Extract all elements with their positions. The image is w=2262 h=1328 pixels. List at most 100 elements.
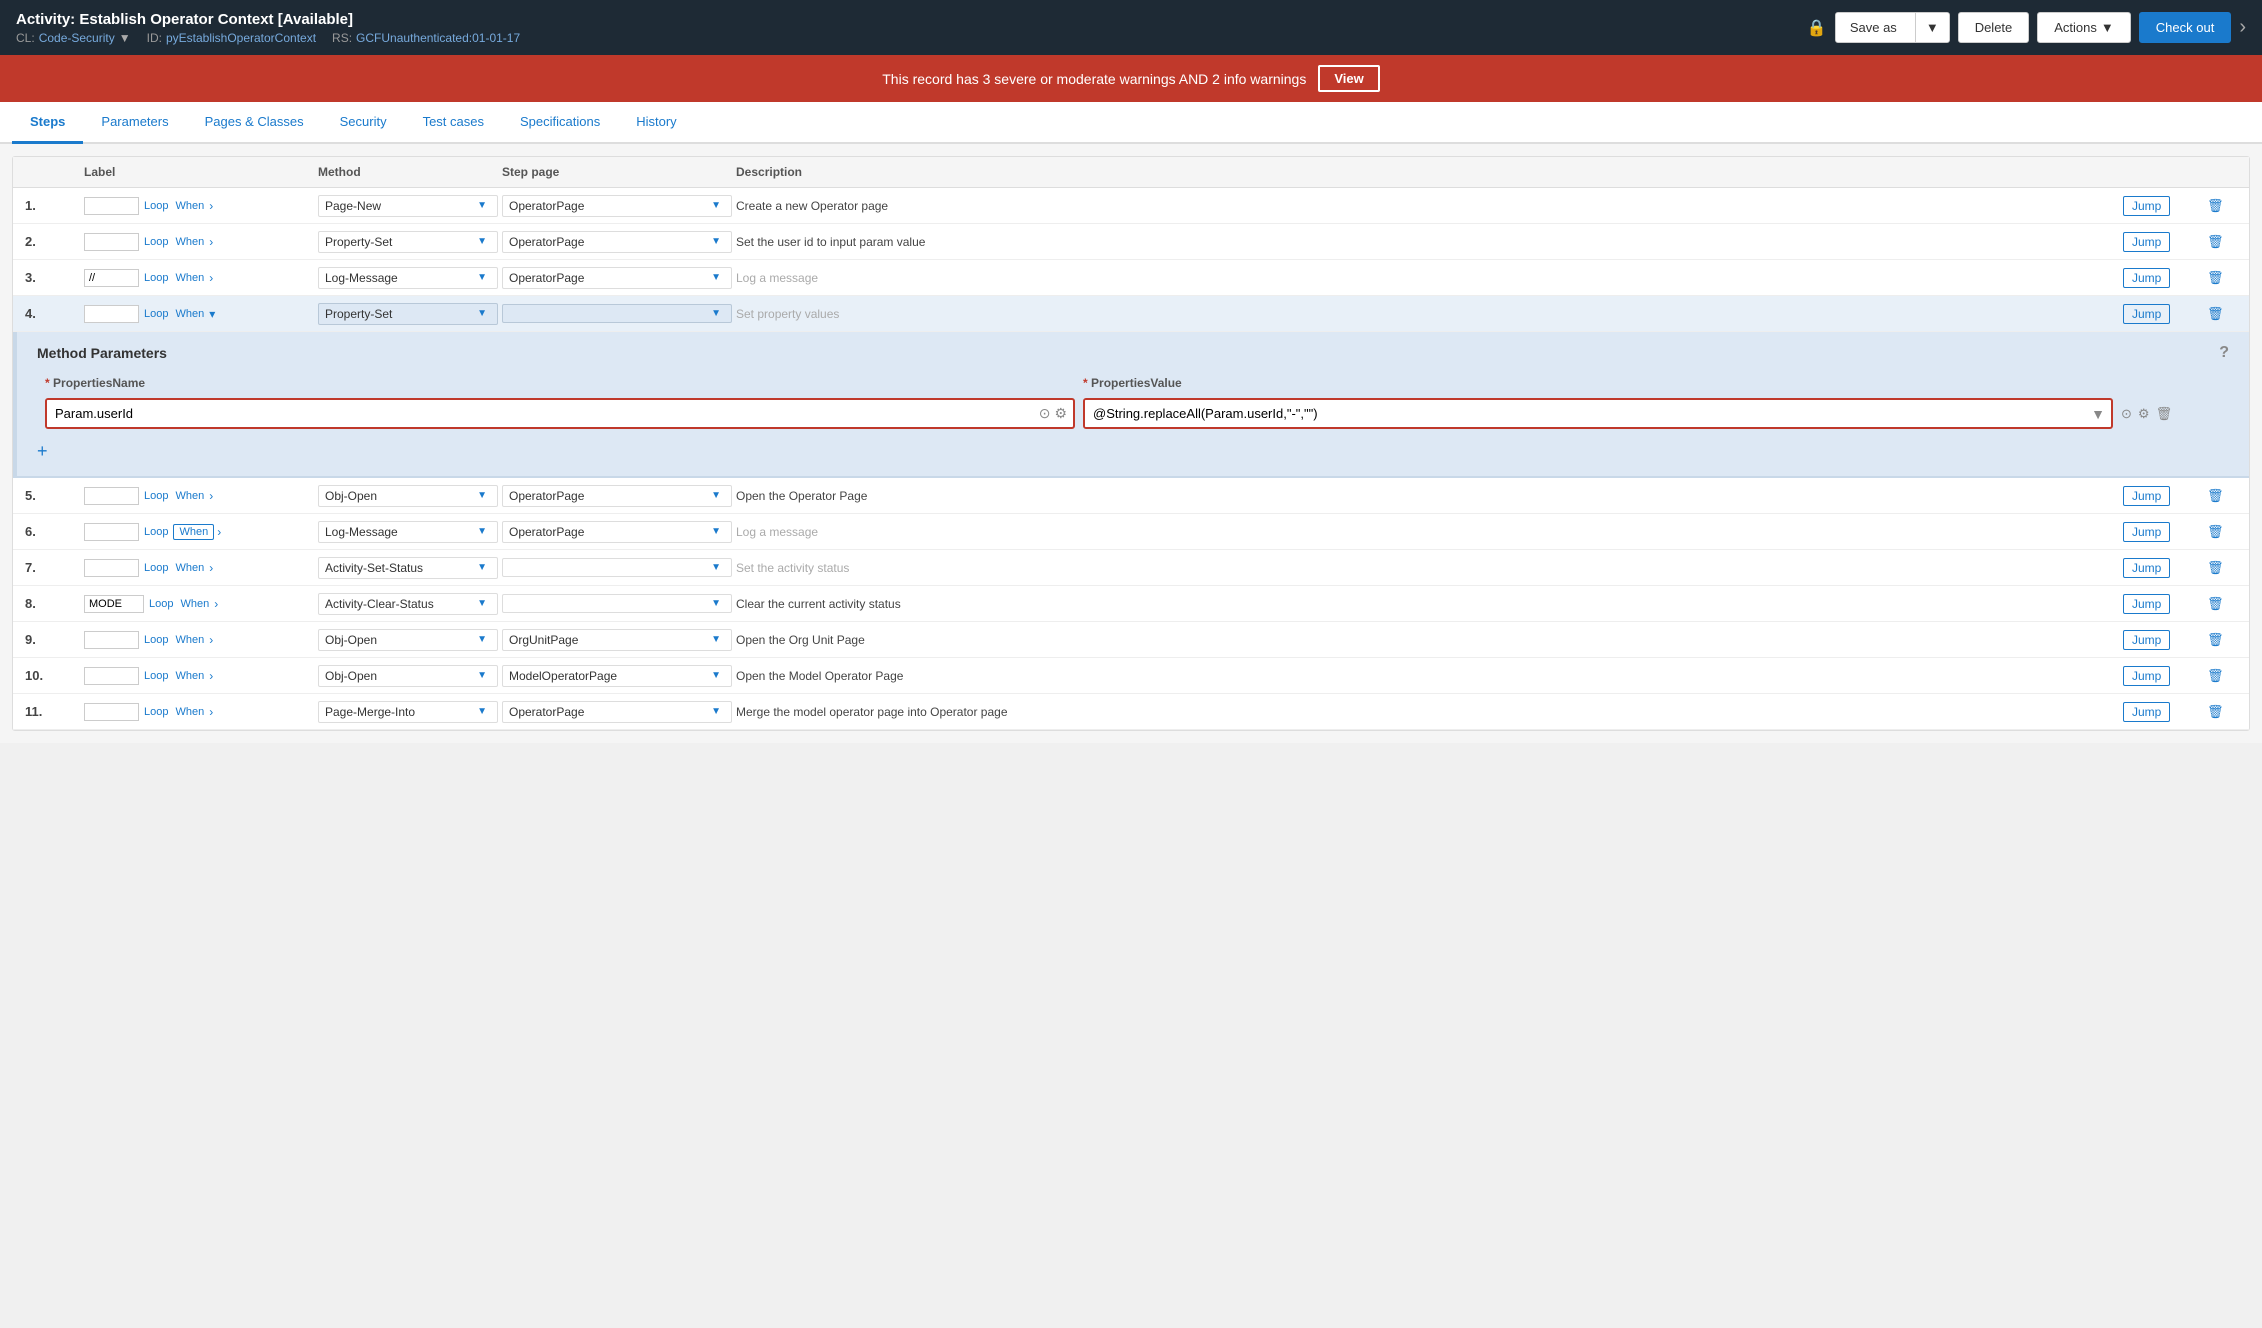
step-3-loop[interactable]: Loop [142,271,170,285]
step-4-jump[interactable]: Jump [2123,304,2170,324]
help-icon[interactable]: ? [2219,344,2229,362]
param-row-gear-icon[interactable]: ⚙ [2138,406,2150,422]
step-4-steppage-arrow[interactable]: ▼ [707,308,725,319]
tab-steps[interactable]: Steps [12,102,83,144]
step-11-jump[interactable]: Jump [2123,702,2170,722]
step-9-expand[interactable]: › [209,633,213,647]
param-name-circle-icon[interactable]: ⊙ [1039,405,1051,422]
step-7-expand[interactable]: › [209,561,213,575]
step-5-delete[interactable]: 🗑 [2207,488,2237,504]
step-5-expand[interactable]: › [209,489,213,503]
step-3-steppage-arrow[interactable]: ▼ [707,272,725,283]
step-5-steppage-arrow[interactable]: ▼ [707,490,725,501]
step-9-label-input[interactable] [84,631,139,649]
step-8-label-input[interactable] [84,595,144,613]
step-11-loop[interactable]: Loop [142,705,170,719]
step-1-jump[interactable]: Jump [2123,196,2170,216]
step-3-method-arrow[interactable]: ▼ [473,272,491,283]
step-10-when[interactable]: When [173,669,206,683]
step-9-delete[interactable]: 🗑 [2207,632,2237,648]
step-9-steppage-arrow[interactable]: ▼ [707,634,725,645]
step-4-loop[interactable]: Loop [142,307,170,321]
step-4-expand[interactable]: ▾ [209,307,215,321]
step-6-loop[interactable]: Loop [142,525,170,539]
step-8-steppage-arrow[interactable]: ▼ [707,598,725,609]
step-3-label-input[interactable] [84,269,139,287]
step-7-loop[interactable]: Loop [142,561,170,575]
step-5-loop[interactable]: Loop [142,489,170,503]
expand-icon[interactable]: › [2239,16,2246,39]
step-2-when[interactable]: When [173,235,206,249]
step-8-jump[interactable]: Jump [2123,594,2170,614]
actions-button[interactable]: Actions ▼ [2037,12,2131,43]
step-3-expand[interactable]: › [209,271,213,285]
step-6-label-input[interactable] [84,523,139,541]
param-value-dropdown-icon[interactable]: ▼ [2091,406,2105,422]
step-9-loop[interactable]: Loop [142,633,170,647]
step-10-loop[interactable]: Loop [142,669,170,683]
step-6-method-arrow[interactable]: ▼ [473,526,491,537]
checkout-button[interactable]: Check out [2139,12,2232,43]
step-10-expand[interactable]: › [209,669,213,683]
add-param-row-button[interactable]: + [37,439,48,464]
step-6-expand[interactable]: › [217,525,221,539]
step-1-steppage-arrow[interactable]: ▼ [707,200,725,211]
step-6-when[interactable]: When [173,524,214,540]
param-name-gear-icon[interactable]: ⚙ [1054,405,1067,422]
step-2-expand[interactable]: › [209,235,213,249]
step-9-jump[interactable]: Jump [2123,630,2170,650]
step-3-when[interactable]: When [173,271,206,285]
step-11-method-arrow[interactable]: ▼ [473,706,491,717]
step-7-method-arrow[interactable]: ▼ [473,562,491,573]
step-8-delete[interactable]: 🗑 [2207,596,2237,612]
tab-history[interactable]: History [618,102,694,144]
step-3-delete[interactable]: 🗑 [2207,270,2237,286]
step-9-when[interactable]: When [173,633,206,647]
param-row-delete-icon[interactable]: 🗑 [2156,406,2173,422]
step-6-delete[interactable]: 🗑 [2207,524,2237,540]
tab-security[interactable]: Security [322,102,405,144]
step-4-method-arrow[interactable]: ▼ [473,308,491,319]
step-2-jump[interactable]: Jump [2123,232,2170,252]
step-7-jump[interactable]: Jump [2123,558,2170,578]
view-button[interactable]: View [1318,65,1379,92]
step-1-label-input[interactable] [84,197,139,215]
step-11-when[interactable]: When [173,705,206,719]
step-11-label-input[interactable] [84,703,139,721]
step-7-steppage-arrow[interactable]: ▼ [707,562,725,573]
step-1-expand[interactable]: › [209,199,213,213]
step-10-steppage-arrow[interactable]: ▼ [707,670,725,681]
step-8-method-arrow[interactable]: ▼ [473,598,491,609]
save-as-label[interactable]: Save as [1836,13,1911,42]
step-7-when[interactable]: When [173,561,206,575]
step-8-loop[interactable]: Loop [147,597,175,611]
step-8-expand[interactable]: › [214,597,218,611]
step-6-steppage-arrow[interactable]: ▼ [707,526,725,537]
step-2-delete[interactable]: 🗑 [2207,234,2237,250]
step-5-jump[interactable]: Jump [2123,486,2170,506]
step-10-jump[interactable]: Jump [2123,666,2170,686]
step-4-delete[interactable]: 🗑 [2207,306,2237,322]
step-8-when[interactable]: When [178,597,211,611]
step-7-label-input[interactable] [84,559,139,577]
step-1-when[interactable]: When [173,199,206,213]
tab-parameters[interactable]: Parameters [83,102,186,144]
step-6-jump[interactable]: Jump [2123,522,2170,542]
param-row-circle-icon[interactable]: ⊙ [2121,406,2132,422]
tab-test-cases[interactable]: Test cases [405,102,502,144]
step-10-method-arrow[interactable]: ▼ [473,670,491,681]
step-10-label-input[interactable] [84,667,139,685]
step-11-expand[interactable]: › [209,705,213,719]
step-5-method-arrow[interactable]: ▼ [473,490,491,501]
param-value-input[interactable] [1085,400,2085,427]
param-name-input[interactable] [47,400,1033,427]
step-4-when[interactable]: When [173,307,206,321]
step-11-steppage-arrow[interactable]: ▼ [707,706,725,717]
step-2-label-input[interactable] [84,233,139,251]
step-2-method-arrow[interactable]: ▼ [473,236,491,247]
step-2-loop[interactable]: Loop [142,235,170,249]
step-1-method-arrow[interactable]: ▼ [473,200,491,211]
step-9-method-arrow[interactable]: ▼ [473,634,491,645]
delete-button[interactable]: Delete [1958,12,2030,43]
step-10-delete[interactable]: 🗑 [2207,668,2237,684]
